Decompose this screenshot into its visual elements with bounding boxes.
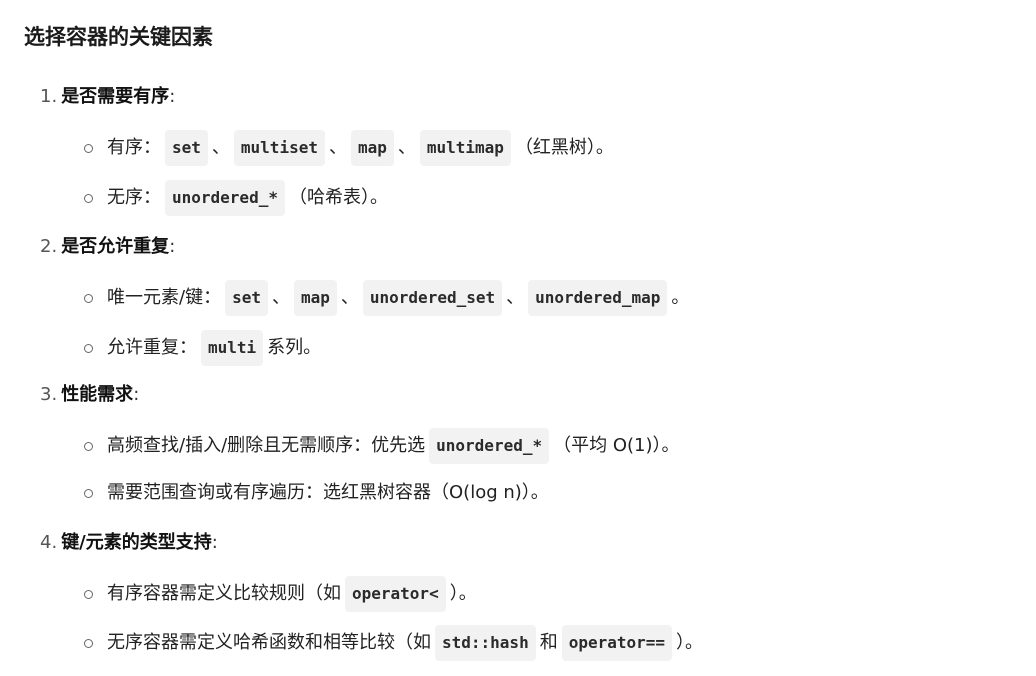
sub-item: 唯一元素/键： set 、 map 、 unordered_set 、 unor… [84, 280, 689, 316]
code-span: multimap [419, 130, 511, 166]
code-span: unordered_set [362, 280, 503, 316]
separator: 、 [328, 137, 347, 158]
sub-item-prefix: 有序容器需定义比较规则（如 [107, 583, 341, 604]
list-item-2: 2. 是否允许重复 : [40, 232, 175, 262]
bullet-icon [84, 489, 93, 498]
sub-item: 无序容器需定义哈希函数和相等比较（如 std::hash 和 operator=… [84, 625, 703, 661]
list-heading: 性能需求 [61, 384, 134, 405]
code-span: unordered_map [528, 280, 668, 316]
sub-item-prefix: 有序： [107, 137, 161, 158]
code-span: operator== [561, 625, 673, 661]
section-title: 选择容器的关键因素 [24, 25, 213, 49]
sub-item-suffix: （红黑树）。 [514, 137, 614, 158]
bullet-icon [84, 194, 93, 203]
list-colon: : [133, 384, 140, 405]
sub-item-prefix: 需要范围查询或有序遍历：选红黑树容器（O(log n)）。 [107, 482, 549, 503]
sub-item: 无序： unordered_* （哈希表）。 [84, 180, 388, 216]
code-span: multiset [233, 130, 325, 166]
sub-item-prefix: 无序容器需定义哈希函数和相等比较（如 [107, 632, 431, 653]
sub-item-suffix: 系列。 [267, 337, 322, 358]
separator: 、 [211, 137, 230, 158]
separator: 、 [271, 287, 290, 308]
separator: 、 [506, 287, 525, 308]
bullet-icon [84, 590, 93, 599]
sub-item-suffix: ）。 [676, 632, 704, 653]
code-span: multi [201, 330, 264, 366]
sub-item: 有序容器需定义比较规则（如 operator< ）。 [84, 576, 477, 612]
code-span: map [350, 130, 394, 166]
separator: 、 [340, 287, 359, 308]
sub-item-suffix: （平均 O(1)）。 [553, 435, 680, 456]
sub-item: 有序： set 、 multiset 、 map 、 multimap （红黑树… [84, 130, 614, 166]
list-colon: : [211, 532, 218, 553]
sub-item-suffix: （哈希表）。 [288, 187, 388, 208]
sub-item-prefix: 唯一元素/键： [107, 287, 222, 308]
list-item-3: 3. 性能需求 : [40, 380, 139, 410]
list-number: 1. [40, 86, 58, 107]
document: 选择容器的关键因素 1. 是否需要有序 : 有序： set 、 multiset… [0, 0, 1036, 676]
code-span: set [165, 130, 208, 166]
separator: 、 [397, 137, 416, 158]
bullet-icon [84, 144, 93, 153]
list-number: 2. [40, 236, 58, 257]
list-number: 4. [40, 532, 58, 553]
code-span: set [225, 280, 268, 316]
code-span: unordered_* [429, 428, 550, 464]
list-colon: : [169, 86, 176, 107]
sub-item-prefix: 无序： [107, 187, 161, 208]
sub-item: 允许重复： multi 系列。 [84, 330, 321, 366]
bullet-icon [84, 294, 93, 303]
bullet-icon [84, 344, 93, 353]
list-item-1: 1. 是否需要有序 : [40, 82, 175, 112]
list-item-4: 4. 键/元素的类型支持 : [40, 528, 218, 558]
list-heading: 键/元素的类型支持 [61, 532, 212, 553]
separator: 和 [539, 632, 558, 653]
sub-item-suffix: ）。 [449, 583, 477, 604]
sub-item: 高频查找/插入/删除且无需顺序：优先选 unordered_* （平均 O(1)… [84, 428, 680, 464]
sub-item-suffix: 。 [671, 287, 690, 308]
code-span: operator< [345, 576, 446, 612]
sub-item-prefix: 高频查找/插入/删除且无需顺序：优先选 [107, 435, 426, 456]
code-span: map [293, 280, 337, 316]
list-heading: 是否需要有序 [61, 86, 170, 107]
code-span: std::hash [435, 625, 536, 661]
sub-item-prefix: 允许重复： [107, 337, 197, 358]
list-heading: 是否允许重复 [61, 236, 170, 257]
bullet-icon [84, 442, 93, 451]
code-span: unordered_* [165, 180, 285, 216]
list-number: 3. [40, 384, 58, 405]
bullet-icon [84, 639, 93, 648]
sub-item: 需要范围查询或有序遍历：选红黑树容器（O(log n)）。 [84, 478, 549, 508]
list-colon: : [169, 236, 176, 257]
